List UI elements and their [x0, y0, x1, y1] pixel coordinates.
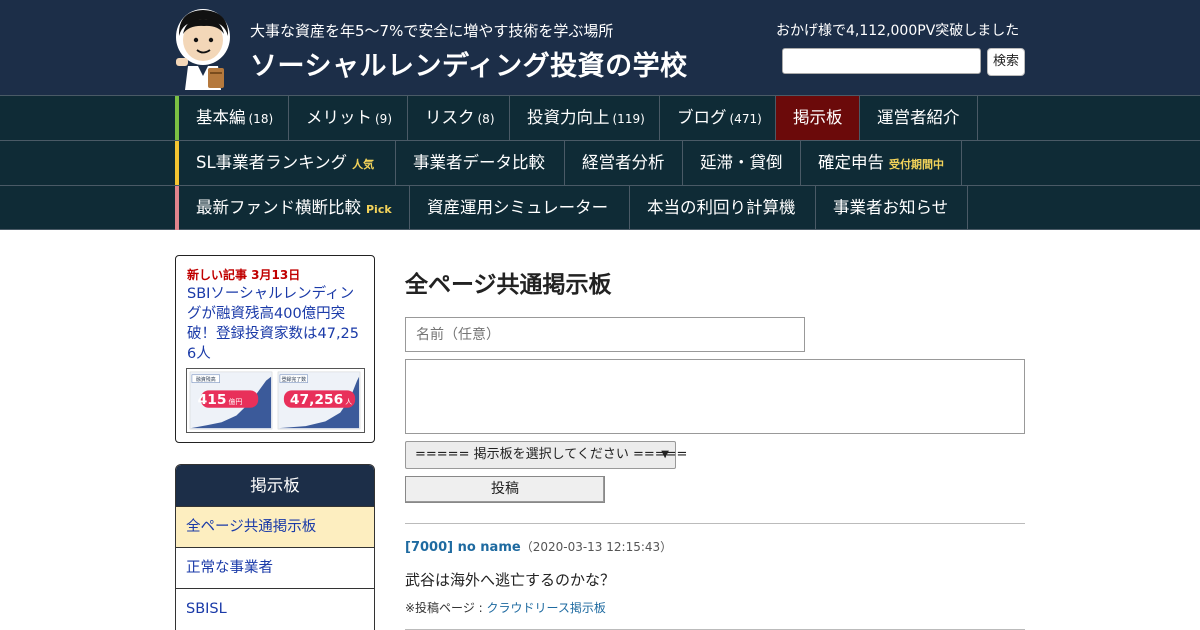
period-badge: 受付期間中 — [889, 158, 944, 171]
nav-label: SL事業者ランキング — [196, 153, 348, 172]
pageview-counter: おかげ様で4,112,000PV突破しました — [776, 23, 1020, 39]
search-input[interactable] — [782, 48, 981, 74]
divider — [405, 523, 1025, 524]
thumb-left-value: 415 — [198, 392, 227, 408]
nav-item-tax-return[interactable]: 確定申告 受付期間中 — [801, 141, 962, 185]
nav-label: 本当の利回り計算機 — [647, 198, 796, 217]
nav-row-analysis: SL事業者ランキング 人気 事業者データ比較 経営者分析 延滞・貸倒 確定申告 受付… — [0, 140, 1200, 185]
dropdown-arrow-icon: ▼ — [661, 449, 669, 460]
mascot-logo-icon[interactable] — [174, 6, 234, 90]
board-select-value: ===== 掲示板を選択してください ===== — [415, 447, 688, 462]
nav-label: リスク — [425, 108, 475, 127]
post-source: ※投稿ページ : クラウドリース掲示板 — [405, 599, 606, 616]
nav-label: 運営者紹介 — [877, 108, 960, 127]
article-thumbnail[interactable]: 融資残高 登録完了数 415 億円 47,256 人 — [186, 368, 365, 433]
nav-item-skill-up[interactable]: 投資力向上 (119) — [510, 96, 660, 140]
page-title: 全ページ共通掲示板 — [405, 272, 612, 298]
bbs-link-sbisl[interactable]: SBISL — [176, 588, 374, 629]
nav-count: (8) — [477, 112, 495, 126]
post-meta: [7000] no name（2020-03-13 12:15:43） — [405, 538, 672, 555]
nav-count: (18) — [248, 112, 274, 126]
popular-badge: 人気 — [352, 158, 375, 171]
thumb-right-value: 47,256 — [290, 392, 343, 408]
bbs-sidebar-list: 掲示板 全ページ共通掲示板 正常な事業者 SBISL — [175, 464, 375, 630]
nav-label: 事業者お知らせ — [833, 198, 949, 217]
message-textarea[interactable] — [405, 359, 1025, 434]
post-author: [7000] no name — [405, 540, 521, 555]
bbs-link-normal-operators[interactable]: 正常な事業者 — [176, 547, 374, 588]
nav-item-simulator[interactable]: 資産運用シミュレーター — [410, 186, 630, 230]
nav-row-tools: 最新ファンド横断比較 Pick 資産運用シミュレーター 本当の利回り計算機 事業者… — [0, 185, 1200, 230]
thumb-left-unit: 億円 — [229, 397, 243, 406]
new-article-label: 新しい記事 3月13日 — [187, 268, 301, 282]
post-timestamp: （2020-03-13 12:15:43） — [520, 540, 673, 554]
nav-label: 基本編 — [196, 108, 246, 127]
post-source-link[interactable]: クラウドリース掲示板 — [487, 601, 606, 615]
nav-item-about[interactable]: 運営者紹介 — [860, 96, 978, 140]
nav-item-risks[interactable]: リスク (8) — [408, 96, 510, 140]
nav-label: 掲示板 — [793, 108, 843, 127]
bbs-sidebar-heading: 掲示板 — [176, 465, 374, 506]
nav-item-bbs[interactable]: 掲示板 — [776, 96, 860, 140]
nav-item-blog[interactable]: ブログ (471) — [660, 96, 776, 140]
nav-label: 延滞・貸倒 — [700, 153, 783, 172]
nav-label: 資産運用シミュレーター — [427, 198, 609, 217]
new-article-card[interactable]: 新しい記事 3月13日 SBIソーシャルレンディングが融資残高400億円突破！登… — [175, 255, 375, 443]
nav-item-ranking[interactable]: SL事業者ランキング 人気 — [179, 141, 396, 185]
post-source-prefix: ※投稿ページ : — [405, 601, 487, 615]
nav-item-data-compare[interactable]: 事業者データ比較 — [396, 141, 565, 185]
thumb-left-caption: 融資残高 — [196, 376, 216, 383]
nav-label: 事業者データ比較 — [413, 153, 545, 172]
site-title[interactable]: ソーシャルレンディング投資の学校 — [250, 44, 688, 83]
nav-item-default[interactable]: 延滞・貸倒 — [683, 141, 801, 185]
nav-item-basics[interactable]: 基本編 (18) — [179, 96, 289, 140]
post-body: 武谷は海外へ逃亡するのかな？ — [405, 571, 616, 589]
nav-label: ブログ — [677, 108, 727, 127]
pick-badge: Pick — [366, 203, 392, 216]
post-button[interactable]: 投稿 — [405, 476, 605, 503]
search-button[interactable]: 検索 — [987, 48, 1025, 76]
nav-label: 経営者分析 — [582, 153, 665, 172]
nav-item-fund-compare[interactable]: 最新ファンド横断比較 Pick — [179, 186, 410, 230]
nav-count: (119) — [612, 112, 645, 126]
board-select[interactable]: ===== 掲示板を選択してください ===== ▼ — [405, 441, 687, 469]
thumb-right-caption: 登録完了数 — [281, 376, 306, 383]
thumb-right-unit: 人 — [345, 398, 352, 406]
nav-item-merits[interactable]: メリット (9) — [289, 96, 408, 140]
site-header: 大事な資産を年5～7%で安全に増やす技術を学ぶ場所 ソーシャルレンディング投資の… — [0, 0, 1200, 95]
nav-label: メリット — [306, 108, 372, 127]
name-field[interactable] — [405, 317, 805, 352]
nav-count: (471) — [729, 112, 762, 126]
new-article-title-link[interactable]: SBIソーシャルレンディングが融資残高400億円突破！登録投資家数は47,256… — [187, 284, 367, 364]
nav-item-ceo-analysis[interactable]: 経営者分析 — [565, 141, 683, 185]
nav-label: 最新ファンド横断比較 — [196, 198, 361, 217]
nav-count: (9) — [375, 112, 392, 126]
nav-label: 投資力向上 — [527, 108, 610, 127]
nav-item-news[interactable]: 事業者お知らせ — [816, 186, 968, 230]
site-tagline: 大事な資産を年5～7%で安全に増やす技術を学ぶ場所 — [250, 22, 614, 40]
bbs-link-common[interactable]: 全ページ共通掲示板 — [176, 506, 374, 547]
nav-item-yield-calculator[interactable]: 本当の利回り計算機 — [630, 186, 816, 230]
nav-row-categories: 基本編 (18) メリット (9) リスク (8) 投資力向上 (119) ブログ (47… — [0, 95, 1200, 140]
nav-label: 確定申告 — [818, 153, 884, 172]
